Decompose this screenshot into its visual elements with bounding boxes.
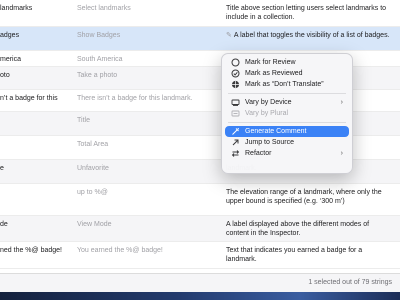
string-key: landmarks xyxy=(0,5,33,12)
string-value[interactable]: Select landmarks xyxy=(77,4,217,13)
string-key: de xyxy=(0,221,8,228)
chevron-right-icon: › xyxy=(340,150,343,157)
menu-item-jump-to-source[interactable]: Jump to Source xyxy=(225,137,349,148)
menu-item-label: Generate Comment xyxy=(245,128,307,135)
table-row[interactable]: ned the %@ badge! You earned the %@ badge… xyxy=(0,242,400,269)
desktop-background xyxy=(0,292,400,300)
menu-item-refactor[interactable]: Refactor › xyxy=(225,148,349,159)
menu-item-vary-by-device[interactable]: Vary by Device › xyxy=(225,97,349,108)
menu-item-label: Jump to Source xyxy=(245,139,295,146)
string-key: merica xyxy=(0,56,22,63)
string-comment: A label displayed above the different mo… xyxy=(226,221,370,237)
string-catalog-window: landmarks Select landmarks Title above sec… xyxy=(0,0,400,292)
chevron-right-icon: › xyxy=(340,99,343,106)
generated-comment-icon: ✎ xyxy=(226,32,232,39)
string-value[interactable]: Title xyxy=(77,116,217,125)
menu-item-label: Vary by Device xyxy=(245,99,292,106)
string-comment-cell[interactable]: Title above section letting users select… xyxy=(226,4,392,22)
string-comment-cell[interactable]: The elevation range of a landmark, where… xyxy=(226,188,392,206)
string-value[interactable]: Total Area xyxy=(77,140,217,149)
refactor-icon xyxy=(231,149,240,158)
menu-separator xyxy=(228,93,346,94)
string-comment: Text that indicates you earned a badge f… xyxy=(226,247,363,263)
globe-icon xyxy=(231,80,240,89)
generate-icon xyxy=(231,127,240,136)
devices-icon xyxy=(231,98,240,107)
string-comment-cell[interactable]: ✎ A label that toggles the visibility of … xyxy=(226,31,392,40)
string-value[interactable]: Show Badges xyxy=(77,31,217,40)
string-key: ned the %@ badge! xyxy=(0,247,62,254)
table-row[interactable]: de View Mode A label displayed above the d… xyxy=(0,216,400,242)
status-bar: 1 selected out of 79 strings xyxy=(0,273,400,292)
string-value[interactable]: There isn’t a badge for this landmark. xyxy=(77,94,217,103)
string-key: adges xyxy=(0,32,20,39)
menu-item-mark-as-reviewed[interactable]: Mark as Reviewed xyxy=(225,68,349,79)
string-value[interactable]: Take a photo xyxy=(77,71,217,80)
menu-item-mark-for-review[interactable]: Mark for Review xyxy=(225,57,349,68)
table-row[interactable]: up to %@ The elevation range of a landmar… xyxy=(0,184,400,216)
selection-count: 1 selected out of 79 strings xyxy=(308,279,392,286)
string-comment-cell[interactable]: A label displayed above the different mo… xyxy=(226,220,392,238)
string-value[interactable]: up to %@ xyxy=(77,188,217,197)
menu-item-mark-as-don-t-translate[interactable]: Mark as “Don’t Translate” xyxy=(225,79,349,90)
jump-icon xyxy=(231,138,240,147)
string-value[interactable]: View Mode xyxy=(77,220,217,229)
menu-item-label: Vary by Plural xyxy=(245,110,289,117)
menu-item-label: Mark as Reviewed xyxy=(245,70,303,77)
menu-item-vary-by-plural: Vary by Plural xyxy=(225,108,349,119)
string-value[interactable]: Unfavorite xyxy=(77,164,217,173)
string-comment-cell[interactable]: Text that indicates you earned a badge f… xyxy=(226,246,392,264)
menu-item-generate-comment[interactable]: Generate Comment xyxy=(225,126,349,137)
table-row[interactable]: adges Show Badges ✎ A label that toggles th… xyxy=(0,27,400,51)
string-value[interactable]: South America xyxy=(77,55,217,64)
string-key: oto xyxy=(0,72,10,79)
menu-item-label: Mark for Review xyxy=(245,59,296,66)
table-row[interactable]: landmarks Select landmarks Title above sec… xyxy=(0,0,400,27)
string-comment: The elevation range of a landmark, where… xyxy=(226,189,382,205)
menu-separator xyxy=(228,122,346,123)
string-comment: Title above section letting users select… xyxy=(226,5,387,21)
string-key: e xyxy=(0,165,4,172)
menu-item-label: Mark as “Don’t Translate” xyxy=(245,81,324,88)
string-value[interactable]: You earned the %@ badge! xyxy=(77,246,217,255)
circle-icon xyxy=(231,58,240,67)
plural-icon xyxy=(231,109,240,118)
context-menu[interactable]: Mark for Review Mark as Reviewed Mark as “… xyxy=(221,53,353,174)
menu-item-label: Refactor xyxy=(245,150,272,157)
string-comment: A label that toggles the visibility of a… xyxy=(233,32,390,39)
checkmark-circle-icon xyxy=(231,69,240,78)
string-key: n’t a badge for this xyxy=(0,95,58,102)
